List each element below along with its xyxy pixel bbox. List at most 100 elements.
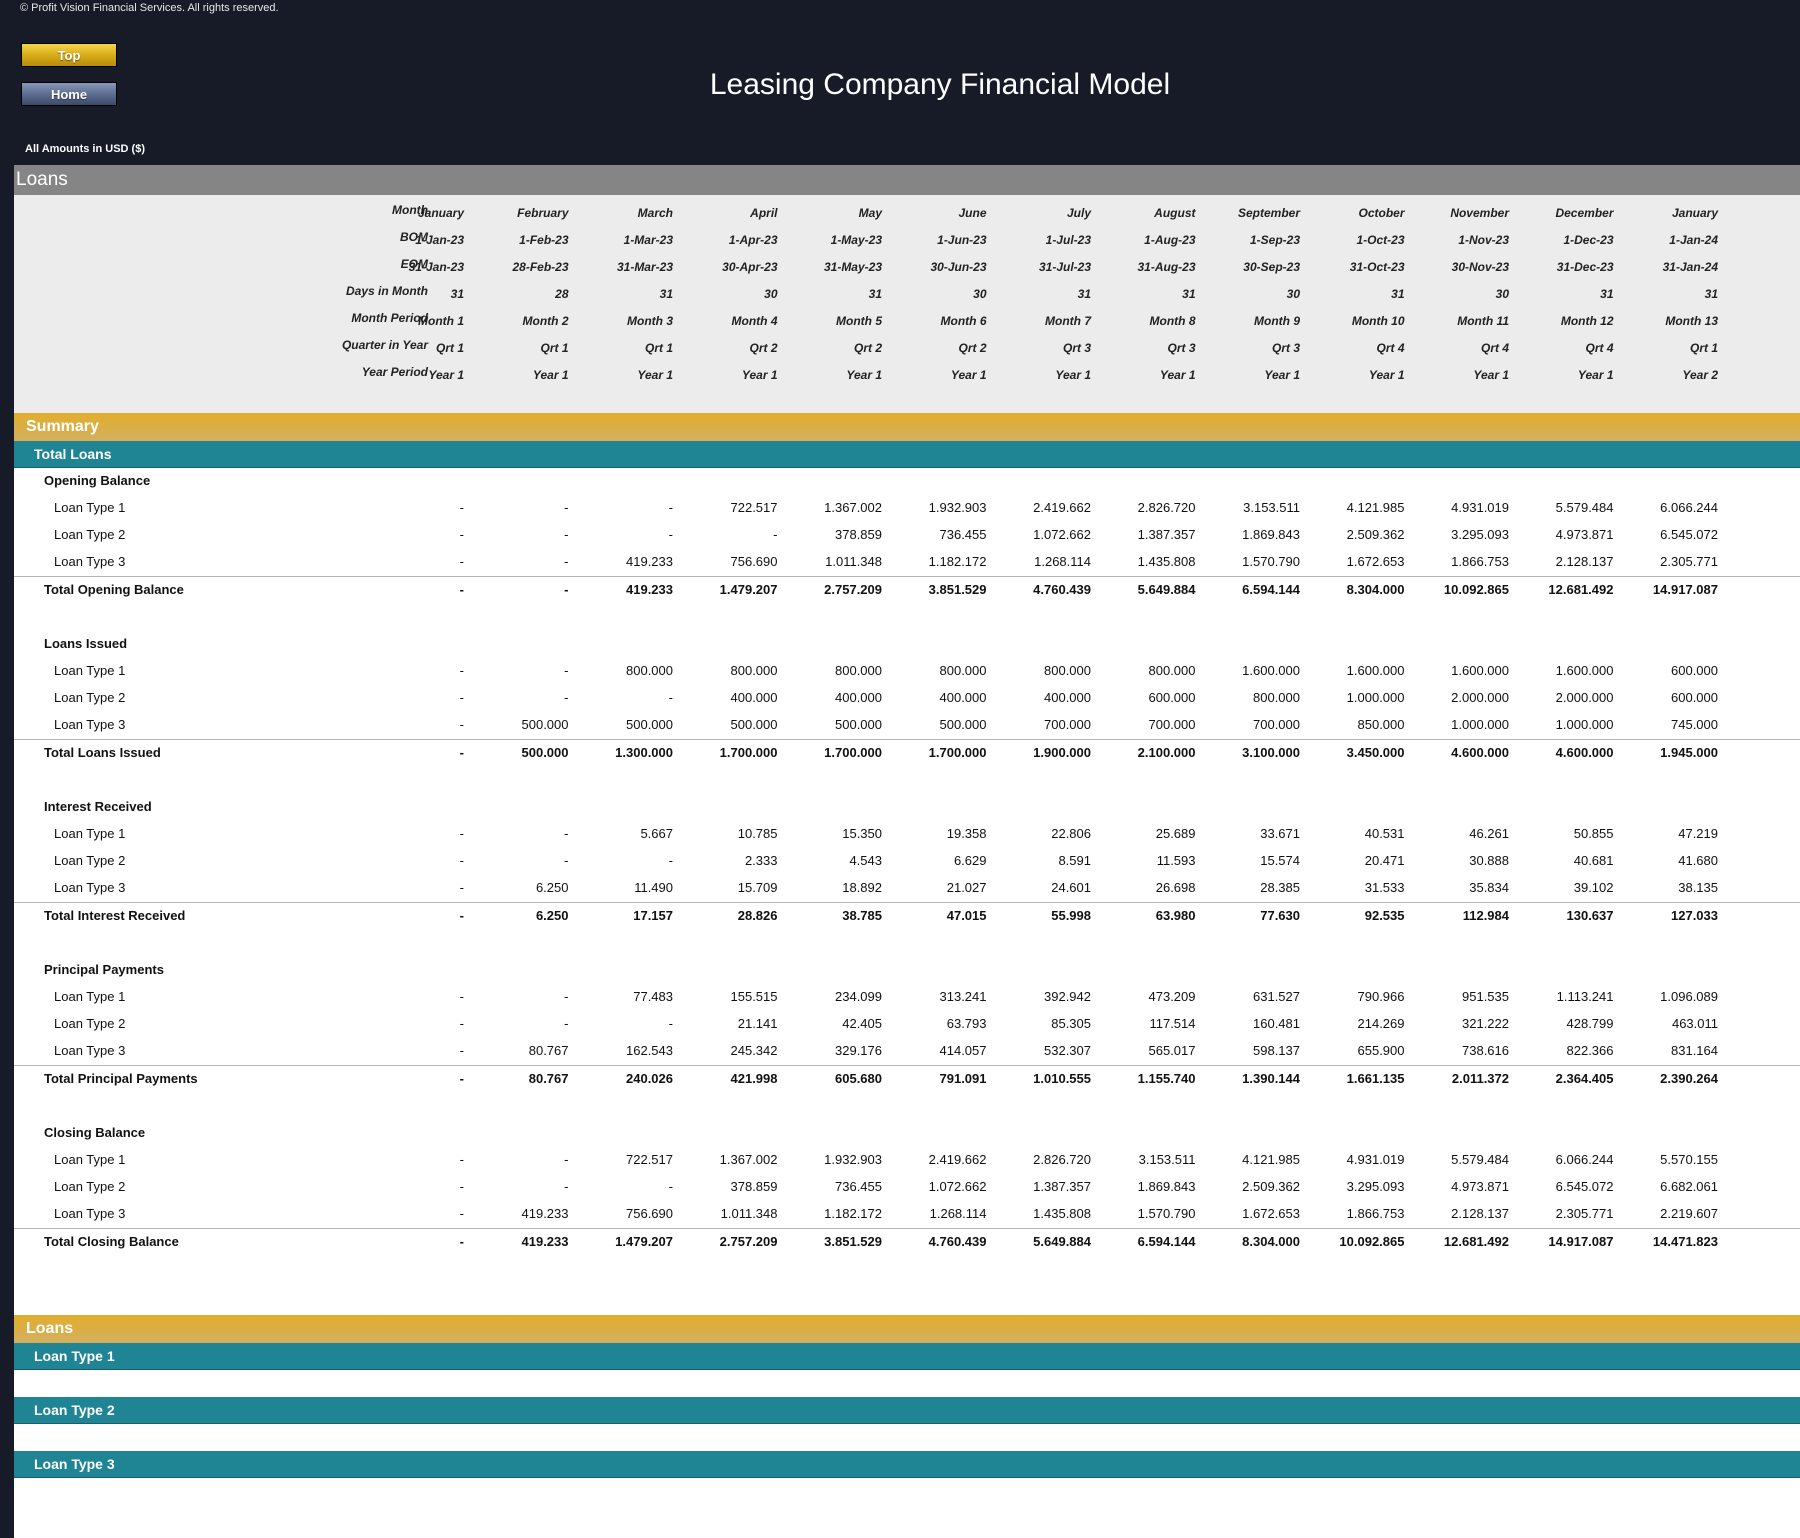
value-cell: 1.600.000	[1346, 663, 1405, 678]
value-cell: 18.892	[842, 880, 882, 895]
table-row: Loan Type 3 - 80.767 162.543 245.342 329.176 4…	[14, 1038, 1800, 1065]
value-cell: -	[668, 690, 673, 705]
timeline-cell: Qrt 3	[1167, 341, 1196, 355]
value-cell: 2.128.137	[1555, 554, 1614, 569]
value-cell: 800.000	[1044, 663, 1091, 678]
total-cell: 1.700.000	[719, 745, 778, 760]
table-row: Loan Type 2 - - - 21.141 42.405 63.793 85.305 11…	[14, 1011, 1800, 1038]
value-cell: -	[459, 989, 464, 1004]
value-cell: 19.358	[946, 826, 987, 841]
total-row: Total Interest Received - 6.250 17.157 28.82…	[14, 902, 1800, 930]
row-label: Loan Type 1	[54, 1152, 126, 1167]
group-header: Principal Payments	[14, 957, 1800, 984]
top-button[interactable]: Top	[21, 43, 117, 67]
group-header: Closing Balance	[14, 1120, 1800, 1147]
timeline-cell: Month 10	[1351, 314, 1405, 328]
value-cell: 1.367.002	[824, 500, 882, 515]
value-cell: 822.366	[1566, 1043, 1614, 1058]
value-cell: 214.269	[1357, 1016, 1405, 1031]
timeline-cell: 1-Jan-23	[415, 233, 464, 247]
value-cell: 1.570.790	[1137, 1206, 1196, 1221]
value-cell: 790.966	[1357, 989, 1405, 1004]
value-cell: 117.514	[1149, 1016, 1196, 1031]
timeline-label: Year Period	[361, 365, 428, 379]
loan-type-band[interactable]: Loan Type 1	[14, 1343, 1800, 1370]
value-cell: 1.096.089	[1660, 989, 1718, 1004]
value-cell: 565.017	[1148, 1043, 1196, 1058]
timeline-cell: 30-Apr-23	[722, 260, 778, 274]
timeline-cell: 1-Jun-23	[937, 233, 987, 247]
total-cell: 10.092.865	[1339, 1234, 1405, 1249]
value-cell: 756.690	[730, 554, 778, 569]
timeline-cell: Year 1	[532, 368, 569, 382]
value-cell: 47.219	[1678, 826, 1718, 841]
total-cell: 605.680	[835, 1071, 882, 1086]
value-cell: 1.072.662	[1033, 527, 1091, 542]
value-cell: -	[668, 1179, 673, 1194]
value-cell: 38.135	[1678, 880, 1718, 895]
timeline-cell: Month 4	[731, 314, 778, 328]
loan-type-band[interactable]: Loan Type 2	[14, 1397, 1800, 1424]
timeline-cell: 28	[555, 287, 569, 301]
value-cell: 800.000	[1148, 663, 1196, 678]
value-cell: -	[668, 1016, 673, 1031]
timeline-label: Month	[392, 203, 428, 217]
value-cell: -	[564, 826, 569, 841]
total-cell: 4.760.439	[1033, 582, 1091, 597]
timeline-cell: 31	[1600, 287, 1614, 301]
total-cell: 2.364.405	[1555, 1071, 1614, 1086]
table-row: Loan Type 2 - - - - 378.859 736.455 1.072.662 1.…	[14, 522, 1800, 549]
value-cell: 4.973.871	[1451, 1179, 1509, 1194]
value-cell: 1.435.808	[1033, 1206, 1091, 1221]
group-title: Opening Balance	[44, 473, 151, 488]
total-cell: 12.681.492	[1548, 582, 1614, 597]
copyright-notice: © Profit Vision Financial Services. All …	[20, 2, 279, 14]
value-cell: 631.527	[1253, 989, 1300, 1004]
timeline-header: Month January February March April May June Jul…	[14, 195, 1800, 413]
value-cell: 831.164	[1671, 1043, 1718, 1058]
total-cell: 47.015	[946, 908, 987, 923]
row-label: Loan Type 2	[54, 853, 126, 868]
value-cell: 26.698	[1155, 880, 1196, 895]
timeline-cell: 1-Sep-23	[1249, 233, 1300, 247]
group-title: Loans Issued	[44, 636, 128, 651]
timeline-label: Quarter in Year	[341, 338, 428, 352]
row-label: Loan Type 3	[54, 880, 126, 895]
total-cell: 500.000	[521, 745, 569, 760]
total-cell: 55.998	[1051, 908, 1091, 923]
row-label: Loan Type 2	[54, 1179, 126, 1194]
timeline-cell: Year 1	[846, 368, 882, 382]
timeline-cell: March	[637, 206, 673, 220]
value-cell: 2.000.000	[1451, 690, 1509, 705]
value-cell: 951.535	[1462, 989, 1509, 1004]
total-cell: 8.304.000	[1346, 582, 1405, 597]
total-cell: 17.157	[633, 908, 673, 923]
value-cell: 2.305.771	[1555, 1206, 1614, 1221]
value-cell: 5.579.484	[1555, 500, 1614, 515]
value-cell: 6.682.061	[1660, 1179, 1718, 1194]
timeline-cell: Year 1	[1264, 368, 1300, 382]
value-cell: -	[459, 1152, 464, 1167]
total-cell: -	[459, 745, 464, 760]
total-cell: 2.757.209	[719, 1234, 778, 1249]
loan-type-band[interactable]: Loan Type 3	[14, 1451, 1800, 1478]
row-label: Loan Type 3	[54, 717, 126, 732]
timeline-cell: 1-Dec-23	[1563, 233, 1614, 247]
value-cell: 378.859	[835, 527, 882, 542]
timeline-cell: 31-Mar-23	[616, 260, 673, 274]
value-cell: -	[459, 1043, 464, 1058]
value-cell: -	[459, 826, 464, 841]
value-cell: -	[459, 1016, 464, 1031]
total-cell: 1.661.135	[1346, 1071, 1405, 1086]
total-cell: 1.155.740	[1137, 1071, 1196, 1086]
table-row: Loan Type 1 - - 5.667 10.785 15.350 19.358 22.8…	[14, 821, 1800, 848]
timeline-cell: 31-Jul-23	[1038, 260, 1091, 274]
total-cell: 6.594.144	[1242, 582, 1300, 597]
table-row: Loan Type 3 - 500.000 500.000 500.000 500.000…	[14, 712, 1800, 739]
timeline-cell: Qrt 2	[958, 341, 987, 355]
value-cell: 245.342	[730, 1043, 778, 1058]
value-cell: -	[459, 717, 464, 732]
value-cell: 6.545.072	[1660, 527, 1718, 542]
table-row: Loan Type 3 - 419.233 756.690 1.011.348 1.182…	[14, 1201, 1800, 1228]
